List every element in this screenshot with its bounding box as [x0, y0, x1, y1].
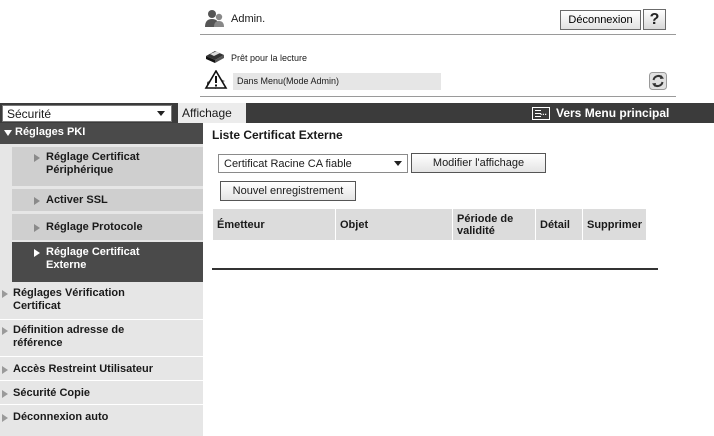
status-mode-bar: Dans Menu(Mode Admin)	[233, 72, 441, 90]
refresh-icon[interactable]	[649, 72, 667, 90]
column-header-validity: Période de validité	[452, 208, 536, 241]
header: Admin. Déconnexion ? Prêt pour la lectur…	[0, 0, 714, 100]
content-divider	[212, 268, 658, 270]
status-mode-row: Dans Menu(Mode Admin)	[204, 69, 441, 92]
column-header-delete: Supprimer	[581, 208, 648, 241]
sidebar-item-certificate-verification[interactable]: Réglages Vérification Certificat	[0, 283, 203, 320]
tab-display-label: Affichage	[182, 106, 232, 120]
certificate-type-value: Certificat Racine CA fiable	[224, 157, 352, 170]
header-divider-bottom	[200, 96, 676, 97]
status-mode-text: Dans Menu(Mode Admin)	[237, 76, 340, 86]
column-header-issuer: Émetteur	[212, 208, 336, 241]
main-menu-link[interactable]: Vers Menu principal	[532, 103, 669, 123]
modify-display-button[interactable]: Modifier l'affichage	[411, 153, 546, 173]
sidebar-item-label: Réglage Protocole	[46, 221, 143, 233]
sidebar-item-label: Accès Restreint Utilisateur	[13, 363, 153, 375]
triangle-right-icon	[34, 249, 40, 257]
security-select[interactable]: Sécurité	[2, 105, 172, 122]
triangle-down-icon	[4, 130, 12, 136]
triangle-right-icon	[2, 327, 8, 335]
user-name: Admin.	[231, 13, 266, 25]
table-header-row: Émetteur Objet Période de validité Détai…	[212, 208, 648, 241]
navigation-band: Sécurité Affichage Vers Menu principal	[0, 103, 714, 123]
triangle-right-icon	[2, 366, 8, 374]
sidebar-item-device-certificate[interactable]: Réglage Certificat Périphérique	[12, 147, 203, 186]
security-select-value: Sécurité	[7, 106, 52, 121]
sidebar-item-label: Définition adresse de référence	[13, 324, 125, 349]
user-info: Admin.	[204, 8, 265, 30]
sidebar-item-label: Activer SSL	[46, 194, 108, 206]
admin-user-icon	[204, 8, 226, 31]
sidebar-item-label: Sécurité Copie	[13, 387, 91, 399]
certificate-type-select[interactable]: Certificat Racine CA fiable	[218, 154, 408, 173]
column-header-subject: Objet	[335, 208, 453, 241]
sidebar-item-label: Déconnexion auto	[13, 411, 109, 423]
sidebar-item-label: Réglages Vérification Certificat	[13, 287, 125, 312]
triangle-right-icon	[34, 224, 40, 232]
sidebar-item-ssl[interactable]: Activer SSL	[12, 189, 203, 211]
sidebar-item-user-restriction[interactable]: Accès Restreint Utilisateur	[0, 357, 203, 381]
triangle-right-icon	[34, 197, 40, 205]
sidebar-item-label: Réglage Certificat Périphérique	[46, 151, 140, 176]
sidebar: Réglages PKI Réglage Certificat Périphér…	[0, 123, 203, 436]
sidebar-item-label: Réglage Certificat Externe	[46, 246, 140, 271]
header-divider	[200, 34, 676, 35]
triangle-right-icon	[2, 290, 8, 298]
page-title: Liste Certificat Externe	[212, 128, 343, 142]
status-ready-row: Prêt pour la lecture	[204, 50, 307, 66]
sidebar-item-reference-address[interactable]: Définition adresse de référence	[0, 320, 203, 357]
sidebar-item-pki[interactable]: Réglages PKI	[0, 123, 203, 144]
main-menu-label: Vers Menu principal	[556, 106, 670, 120]
column-header-detail: Détail	[535, 208, 583, 241]
printer-icon	[204, 50, 226, 66]
sidebar-item-external-certificate[interactable]: Réglage Certificat Externe	[12, 242, 203, 282]
logout-button[interactable]: Déconnexion	[560, 10, 641, 30]
chevron-down-icon	[157, 111, 165, 116]
help-button[interactable]: ?	[643, 9, 666, 30]
triangle-right-icon	[2, 414, 8, 422]
triangle-right-icon	[2, 390, 8, 398]
warning-icon	[204, 69, 228, 92]
sidebar-item-label: Réglages PKI	[15, 126, 86, 138]
chevron-down-icon	[394, 161, 402, 166]
new-registration-button[interactable]: Nouvel enregistrement	[220, 181, 356, 201]
triangle-right-icon	[34, 154, 40, 162]
sidebar-item-auto-logout[interactable]: Déconnexion auto	[0, 405, 203, 429]
status-ready-text: Prêt pour la lecture	[231, 53, 308, 63]
certificate-table: Émetteur Objet Période de validité Détai…	[212, 208, 648, 241]
main-menu-icon	[532, 106, 550, 120]
sidebar-item-protocol[interactable]: Réglage Protocole	[12, 214, 203, 240]
tab-display[interactable]: Affichage	[178, 103, 246, 123]
sidebar-item-copy-security[interactable]: Sécurité Copie	[0, 381, 203, 405]
